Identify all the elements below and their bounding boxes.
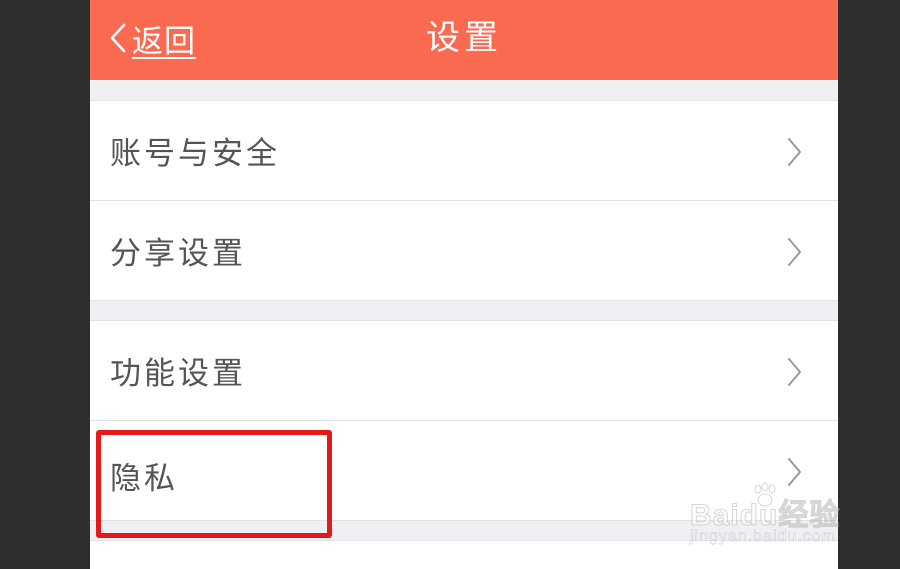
nav-bar: 返回 设置 [90,0,838,80]
settings-item-label: 账号与安全 [110,136,280,172]
baidu-jingyan-watermark: Baidu经验 jingyan.baidu.com [689,476,860,556]
settings-item-features[interactable]: 功能设置 [90,321,838,420]
paw-icon [750,482,780,512]
watermark-url: jingyan.baidu.com [690,528,836,546]
settings-item-label: 隐私 [110,461,178,497]
page-title: 设置 [426,18,502,58]
chevron-right-icon [786,357,802,391]
settings-item-account-security[interactable]: 账号与安全 [90,101,838,200]
settings-group-account: 账号与安全 分享设置 [90,100,838,301]
chevron-right-icon [786,237,802,271]
settings-item-label: 分享设置 [110,236,246,272]
chevron-right-icon [786,137,802,171]
settings-item-label: 功能设置 [110,356,246,392]
settings-item-share[interactable]: 分享设置 [90,200,838,300]
